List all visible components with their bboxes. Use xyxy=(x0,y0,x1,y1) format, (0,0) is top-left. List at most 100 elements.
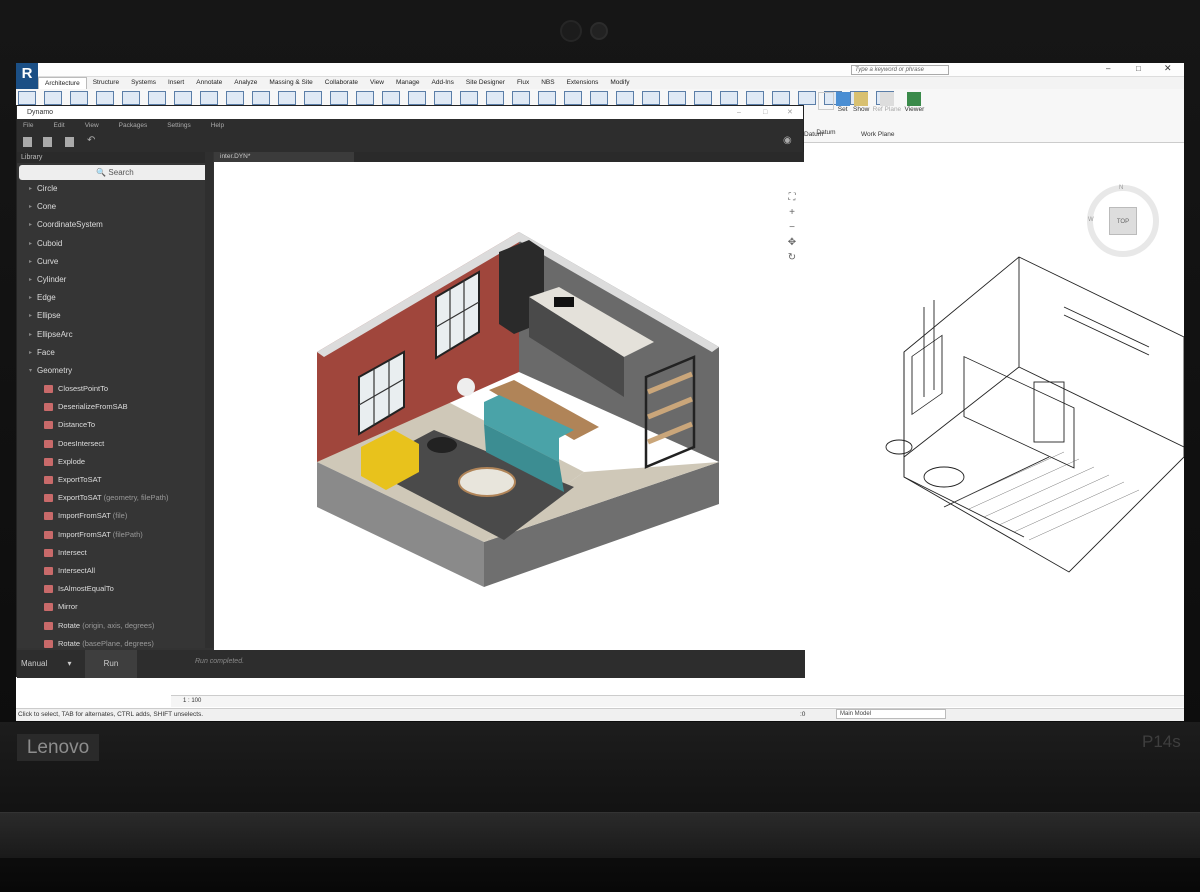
tab-view[interactable]: View xyxy=(364,77,390,89)
ribbon-tool-icon[interactable] xyxy=(720,91,738,105)
library-category[interactable]: Face xyxy=(17,344,213,362)
workspace-tab[interactable]: inter.DYN* xyxy=(214,152,354,162)
zoom-out-icon[interactable]: − xyxy=(786,222,798,237)
menu-file[interactable]: File xyxy=(23,119,33,132)
ribbon-tool-icon[interactable] xyxy=(18,91,36,105)
library-node[interactable]: ImportFromSAT (file) xyxy=(17,507,213,525)
ribbon-tool-icon[interactable] xyxy=(772,91,790,105)
tab-nbs[interactable]: NBS xyxy=(535,77,560,89)
tab-analyze[interactable]: Analyze xyxy=(228,77,263,89)
pan-icon[interactable]: ✥ xyxy=(786,237,798,252)
viewcube[interactable]: TOP N W xyxy=(1087,185,1159,257)
ribbon-tool-icon[interactable] xyxy=(408,91,426,105)
maximize-icon[interactable]: □ xyxy=(763,106,767,119)
ribbon-tool-icon[interactable] xyxy=(590,91,608,105)
ribbon-tool-icon[interactable] xyxy=(174,91,192,105)
library-category[interactable]: Cone xyxy=(17,198,213,216)
library-category[interactable]: Edge xyxy=(17,289,213,307)
run-button[interactable]: Run xyxy=(85,650,137,678)
show-button[interactable]: Show xyxy=(853,92,869,113)
tab-architecture[interactable]: Architecture xyxy=(38,76,87,90)
library-node[interactable]: IsAlmostEqualTo xyxy=(17,580,213,598)
ribbon-tool-icon[interactable] xyxy=(330,91,348,105)
compass-west[interactable]: W xyxy=(1088,217,1094,223)
tab-insert[interactable]: Insert xyxy=(162,77,190,89)
tab-structure[interactable]: Structure xyxy=(87,77,125,89)
menu-packages[interactable]: Packages xyxy=(119,119,148,132)
ribbon-tool-icon[interactable] xyxy=(252,91,270,105)
ribbon-tool-icon[interactable] xyxy=(44,91,62,105)
ribbon-tool-icon[interactable] xyxy=(564,91,582,105)
minimize-icon[interactable]: – xyxy=(737,106,741,119)
new-file-icon[interactable] xyxy=(23,137,32,147)
library-node[interactable]: DoesIntersect xyxy=(17,435,213,453)
library-node[interactable]: IntersectAll xyxy=(17,562,213,580)
tab-modify[interactable]: Modify xyxy=(604,77,635,89)
run-mode-select[interactable]: Manual ▾ xyxy=(21,656,83,672)
open-file-icon[interactable] xyxy=(43,137,52,147)
ribbon-tool-icon[interactable] xyxy=(538,91,556,105)
ribbon-tool-icon[interactable] xyxy=(148,91,166,105)
library-category[interactable]: CoordinateSystem xyxy=(17,216,213,234)
ribbon-tool-icon[interactable] xyxy=(434,91,452,105)
ribbon-tool-icon[interactable] xyxy=(512,91,530,105)
ribbon-tool-icon[interactable] xyxy=(746,91,764,105)
ribbon-tool-icon[interactable] xyxy=(382,91,400,105)
menu-settings[interactable]: Settings xyxy=(167,119,191,132)
tab-flux[interactable]: Flux xyxy=(511,77,535,89)
tab-site-designer[interactable]: Site Designer xyxy=(460,77,511,89)
viewer-button[interactable]: Viewer xyxy=(905,92,924,113)
library-category[interactable]: Geometry xyxy=(17,362,213,380)
ribbon-tool-icon[interactable] xyxy=(642,91,660,105)
ribbon-tool-icon[interactable] xyxy=(70,91,88,105)
tab-massing-site[interactable]: Massing & Site xyxy=(263,77,318,89)
camera-icon[interactable]: ◉ xyxy=(783,135,792,146)
viewcube-top-face[interactable]: TOP xyxy=(1109,207,1137,235)
ribbon-tool-icon[interactable] xyxy=(694,91,712,105)
library-node[interactable]: DistanceTo xyxy=(17,416,213,434)
ribbon-tool-icon[interactable] xyxy=(200,91,218,105)
menu-view[interactable]: View xyxy=(85,119,99,132)
search-input[interactable]: Type a keyword or phrase xyxy=(851,65,949,75)
ribbon-tool-icon[interactable] xyxy=(122,91,140,105)
library-category[interactable]: EllipseArc xyxy=(17,326,213,344)
tab-annotate[interactable]: Annotate xyxy=(190,77,228,89)
library-search[interactable]: 🔍 Search xyxy=(19,165,211,180)
ribbon-tool-icon[interactable] xyxy=(668,91,686,105)
revit-logo[interactable]: R xyxy=(16,63,38,89)
dynamo-canvas[interactable]: ⛶ + − ✥ ↻ xyxy=(214,162,804,650)
compass-north[interactable]: N xyxy=(1119,185,1123,191)
set-button[interactable]: Set xyxy=(835,92,850,113)
library-node[interactable]: ExportToSAT (geometry, filePath) xyxy=(17,489,213,507)
tab-manage[interactable]: Manage xyxy=(390,77,426,89)
ribbon-tool-icon[interactable] xyxy=(460,91,478,105)
ribbon-tool-icon[interactable] xyxy=(226,91,244,105)
library-node[interactable]: Explode xyxy=(17,453,213,471)
close-icon[interactable]: ✕ xyxy=(787,106,793,119)
zoom-extents-icon[interactable]: ⛶ xyxy=(786,192,798,207)
ribbon-tool-icon[interactable] xyxy=(96,91,114,105)
tab-systems[interactable]: Systems xyxy=(125,77,162,89)
library-node[interactable]: DeserializeFromSAB xyxy=(17,398,213,416)
tab-add-ins[interactable]: Add-Ins xyxy=(426,77,460,89)
save-file-icon[interactable] xyxy=(65,137,74,147)
library-category[interactable]: Cuboid xyxy=(17,235,213,253)
close-icon[interactable]: ✕ xyxy=(1164,63,1172,74)
maximize-icon[interactable]: □ xyxy=(1136,64,1141,73)
library-scrollbar[interactable] xyxy=(205,152,213,648)
minimize-icon[interactable]: – xyxy=(1106,64,1110,73)
library-category[interactable]: Ellipse xyxy=(17,307,213,325)
ribbon-tool-icon[interactable] xyxy=(304,91,322,105)
menu-help[interactable]: Help xyxy=(211,119,224,132)
ribbon-tool-icon[interactable] xyxy=(356,91,374,105)
grid-tool[interactable] xyxy=(818,92,834,110)
scale-label[interactable]: 1 : 100 xyxy=(183,698,201,704)
ribbon-tool-icon[interactable] xyxy=(486,91,504,105)
library-category[interactable]: Cylinder xyxy=(17,271,213,289)
undo-icon[interactable]: ↶ xyxy=(87,135,95,146)
orbit-icon[interactable]: ↻ xyxy=(786,252,798,267)
library-node[interactable]: ImportFromSAT (filePath) xyxy=(17,526,213,544)
library-category[interactable]: Circle xyxy=(17,180,213,198)
library-category[interactable]: Curve xyxy=(17,253,213,271)
ribbon-tool-icon[interactable] xyxy=(278,91,296,105)
